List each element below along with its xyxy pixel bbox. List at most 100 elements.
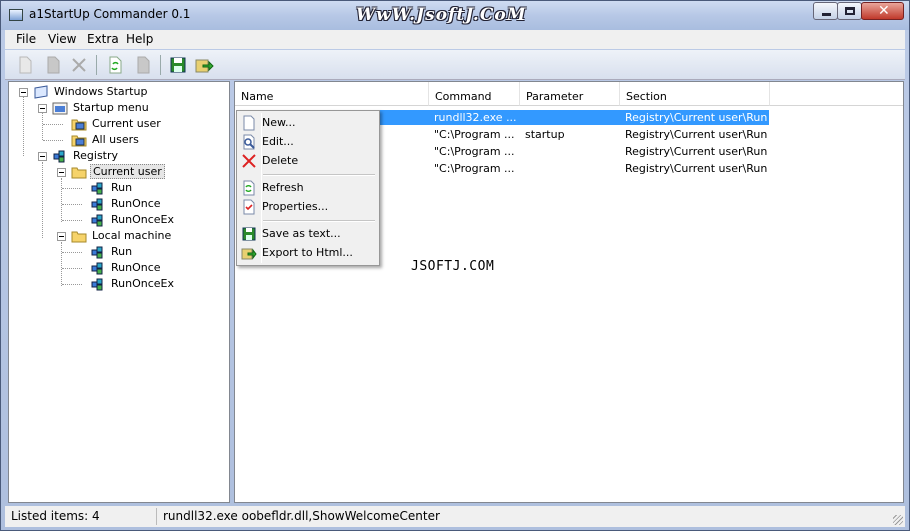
tree-connector: [62, 252, 82, 253]
column-header-name[interactable]: Name: [235, 82, 429, 106]
save-icon: [241, 226, 257, 242]
collapse-toggle[interactable]: [38, 152, 47, 161]
table-cell: "C:\Program ...: [434, 128, 515, 141]
tree-connector: [62, 220, 82, 221]
context-menu: New... Edit... Delete Refresh Properties…: [236, 110, 380, 266]
tree-label: Windows Startup: [54, 85, 148, 98]
close-icon: ✕: [878, 3, 890, 19]
column-header-section[interactable]: Section: [620, 82, 770, 106]
folder-icon: [71, 228, 87, 244]
delete-icon: [241, 153, 257, 169]
registry-key-icon: [90, 276, 106, 292]
menu-item-edit[interactable]: Edit...: [239, 133, 377, 151]
status-selected-command: rundll32.exe oobefldr.dll,ShowWelcomeCen…: [163, 509, 440, 523]
table-cell: "C:\Program ...: [434, 145, 515, 158]
app-window: a1StartUp Commander 0.1 WwW.JsoftJ.CoM ✕…: [0, 0, 910, 531]
edit-icon[interactable]: [43, 55, 63, 75]
center-watermark: JSOFTJ.COM: [411, 259, 495, 274]
tree-connector: [43, 124, 63, 125]
tree-label: Run: [111, 181, 133, 194]
tree-connector: [62, 268, 82, 269]
app-icon: [9, 9, 23, 21]
tree-label: All users: [92, 133, 139, 146]
column-header-command[interactable]: Command: [429, 82, 520, 106]
refresh-icon: [241, 180, 257, 196]
table-cell: [522, 144, 618, 160]
tree-connector: [42, 112, 43, 140]
tree-label: Run: [111, 245, 133, 258]
maximize-icon: [845, 7, 855, 15]
status-listed-items: Listed items: 4: [5, 508, 157, 525]
menu-separator: [263, 220, 375, 222]
status-bar: Listed items: 4 rundll32.exe oobefldr.dl…: [5, 506, 905, 527]
collapse-toggle[interactable]: [57, 232, 66, 241]
startup-menu-icon: [52, 100, 68, 116]
minimize-icon: [822, 13, 831, 16]
tree-connector: [62, 188, 82, 189]
table-cell: startup: [525, 128, 565, 141]
registry-key-icon: [90, 260, 106, 276]
menu-item-refresh[interactable]: Refresh: [239, 179, 377, 197]
tree-label: RunOnceEx: [111, 213, 174, 226]
registry-key-icon: [90, 212, 106, 228]
column-header-parameter[interactable]: Parameter: [520, 82, 620, 106]
table-cell: "C:\Program ...: [434, 162, 515, 175]
collapse-toggle[interactable]: [57, 168, 66, 177]
menu-item-save-as-text[interactable]: Save as text...: [239, 225, 377, 243]
toolbar-separator: [160, 55, 161, 75]
new-icon: [241, 115, 257, 131]
tree-connector: [42, 162, 43, 238]
tree-connector: [61, 178, 62, 222]
properties-icon[interactable]: [133, 55, 153, 75]
menu-item-new[interactable]: New...: [239, 114, 377, 132]
tree-connector: [62, 284, 82, 285]
menu-view[interactable]: View: [45, 32, 79, 46]
tree-label: RunOnce: [111, 261, 161, 274]
menu-item-export-html[interactable]: Export to Html...: [239, 244, 377, 262]
close-button[interactable]: ✕: [861, 2, 904, 20]
menu-help[interactable]: Help: [123, 32, 156, 46]
menu-item-label: New...: [262, 116, 296, 129]
delete-icon[interactable]: [69, 55, 89, 75]
save-icon[interactable]: [168, 55, 188, 75]
tree-connector: [61, 242, 62, 286]
tree-connector: [23, 96, 24, 156]
menu-item-delete[interactable]: Delete: [239, 152, 377, 170]
toolbar-separator: [96, 55, 97, 75]
maximize-button[interactable]: [837, 2, 862, 20]
menu-item-properties[interactable]: Properties...: [239, 198, 377, 216]
tree-label: Local machine: [92, 229, 172, 242]
collapse-toggle[interactable]: [38, 104, 47, 113]
window-title: a1StartUp Commander 0.1: [29, 7, 191, 21]
resize-grip-icon[interactable]: [893, 515, 903, 525]
collapse-toggle[interactable]: [19, 88, 28, 97]
registry-key-icon: [90, 244, 106, 260]
tree-label: RunOnce: [111, 197, 161, 210]
menu-file[interactable]: File: [13, 32, 39, 46]
tree-label-selected: Current user: [90, 164, 165, 179]
menu-item-label: Edit...: [262, 135, 294, 148]
tree-label: Registry: [73, 149, 119, 162]
minimize-button[interactable]: [813, 2, 838, 20]
tree-label: RunOnceEx: [111, 277, 174, 290]
windows-icon: [33, 84, 49, 100]
registry-key-icon: [90, 196, 106, 212]
export-icon[interactable]: [194, 55, 214, 75]
toolbar: [5, 50, 905, 80]
edit-icon: [241, 134, 257, 150]
tree-view[interactable]: Windows Startup Startup menu Current use…: [8, 81, 230, 503]
title-bar[interactable]: a1StartUp Commander 0.1 WwW.JsoftJ.CoM ✕: [1, 1, 909, 30]
tree-connector: [62, 204, 82, 205]
menu-extra[interactable]: Extra: [84, 32, 122, 46]
refresh-icon[interactable]: [105, 55, 125, 75]
table-cell: [522, 161, 618, 177]
tree-connector: [43, 140, 63, 141]
new-icon[interactable]: [15, 55, 35, 75]
properties-icon: [241, 199, 257, 215]
menu-item-label: Save as text...: [262, 227, 341, 240]
registry-key-icon: [90, 180, 106, 196]
tree-label: Current user: [92, 117, 161, 130]
menu-separator: [263, 174, 375, 176]
menu-item-label: Properties...: [262, 200, 329, 213]
startup-folder-icon: [71, 132, 87, 148]
